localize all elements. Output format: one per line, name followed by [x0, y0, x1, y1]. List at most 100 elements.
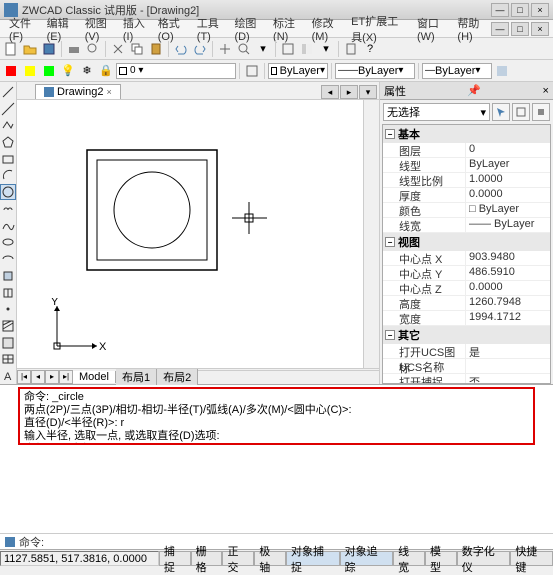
- menu-insert[interactable]: 插入(I): [118, 15, 153, 43]
- tab-next-button[interactable]: ▸: [340, 85, 358, 99]
- pin-icon[interactable]: 📌: [467, 84, 481, 97]
- ellipse-tool[interactable]: [0, 235, 16, 251]
- preview-button[interactable]: [84, 40, 102, 58]
- menu-draw[interactable]: 绘图(D): [229, 15, 268, 43]
- prop-category[interactable]: −视图: [383, 233, 550, 251]
- prop-row[interactable]: UCS名称: [383, 359, 550, 374]
- menu-window[interactable]: 窗口(W): [412, 15, 452, 43]
- tab-layout1[interactable]: 布局1: [116, 369, 157, 385]
- undo-button[interactable]: [172, 40, 190, 58]
- prop-row[interactable]: 图层0: [383, 143, 550, 158]
- prop-row[interactable]: 高度1260.7948: [383, 296, 550, 311]
- doc-close-button[interactable]: ×: [531, 22, 549, 36]
- design-center-button[interactable]: [298, 40, 316, 58]
- tab-prev-button[interactable]: ◂: [321, 85, 339, 99]
- layout-first-button[interactable]: |◂: [17, 370, 31, 384]
- status-线宽[interactable]: 线宽: [393, 551, 425, 566]
- linetype-dropdown[interactable]: —— ByLayer ▾: [335, 63, 415, 79]
- panel-close-icon[interactable]: ×: [543, 85, 549, 97]
- status-捕捉[interactable]: 捕捉: [159, 551, 191, 566]
- make-block-tool[interactable]: [0, 285, 16, 301]
- status-对象捕捉[interactable]: 对象捕捉: [286, 551, 340, 566]
- selection-dropdown[interactable]: 无选择▾: [383, 103, 490, 121]
- maximize-button[interactable]: □: [511, 3, 529, 17]
- status-对象追踪[interactable]: 对象追踪: [340, 551, 394, 566]
- layer-color-2[interactable]: [21, 62, 39, 80]
- help-button[interactable]: ?: [361, 40, 379, 58]
- prop-row[interactable]: 厚度0.0000: [383, 188, 550, 203]
- prop-row[interactable]: 宽度1994.1712: [383, 311, 550, 326]
- doc-minimize-button[interactable]: —: [491, 22, 509, 36]
- layer-states-button[interactable]: [243, 62, 261, 80]
- canvas-scrollbar-h[interactable]: [198, 370, 379, 384]
- lineweight-dropdown[interactable]: — ByLayer ▾: [422, 63, 492, 79]
- prop-category[interactable]: −基本: [383, 125, 550, 143]
- prop-row[interactable]: 打开捕捉否: [383, 374, 550, 384]
- polygon-tool[interactable]: [0, 134, 16, 150]
- status-极轴[interactable]: 极轴: [254, 551, 286, 566]
- line-tool[interactable]: [0, 84, 16, 100]
- layer-dropdown[interactable]: 0 ▾: [116, 63, 236, 79]
- menu-view[interactable]: 视图(V): [80, 15, 118, 43]
- hatch-tool[interactable]: [0, 318, 16, 334]
- prop-row[interactable]: 线型ByLayer: [383, 158, 550, 173]
- menu-dim[interactable]: 标注(N): [268, 15, 307, 43]
- layer-color-3[interactable]: [40, 62, 58, 80]
- drawing-canvas[interactable]: X Y: [17, 100, 379, 368]
- prop-category[interactable]: −其它: [383, 326, 550, 344]
- table-tool[interactable]: [0, 352, 16, 368]
- spline-tool[interactable]: [0, 218, 16, 234]
- redo-button[interactable]: [191, 40, 209, 58]
- status-快捷键[interactable]: 快捷键: [510, 551, 553, 566]
- calc-button[interactable]: [342, 40, 360, 58]
- arc-tool[interactable]: [0, 168, 16, 184]
- prop-row[interactable]: 中心点 Z0.0000: [383, 281, 550, 296]
- prop-row[interactable]: 颜色□ ByLayer: [383, 203, 550, 218]
- circle-tool[interactable]: [0, 184, 16, 200]
- menu-tools[interactable]: 工具(T): [192, 15, 230, 43]
- status-数字化仪[interactable]: 数字化仪: [457, 551, 511, 566]
- properties-grid[interactable]: −基本图层0线型ByLayer线型比例1.0000厚度0.0000颜色□ ByL…: [382, 124, 551, 384]
- doc-tab-drawing2[interactable]: Drawing2 ×: [35, 84, 121, 99]
- prop-row[interactable]: 线型比例1.0000: [383, 173, 550, 188]
- minimize-button[interactable]: —: [491, 3, 509, 17]
- pan-button[interactable]: [216, 40, 234, 58]
- menu-edit[interactable]: 编辑(E): [42, 15, 80, 43]
- new-button[interactable]: [2, 40, 20, 58]
- layer-freeze-icon[interactable]: ❄: [78, 62, 96, 80]
- menu-file[interactable]: 文件(F): [4, 15, 42, 43]
- layer-lightbulb-icon[interactable]: 💡: [59, 62, 77, 80]
- copy-button[interactable]: [128, 40, 146, 58]
- menu-format[interactable]: 格式(O): [153, 15, 192, 43]
- tool-palette-button[interactable]: ▾: [317, 40, 335, 58]
- print-button[interactable]: [65, 40, 83, 58]
- prop-row[interactable]: 中心点 Y486.5910: [383, 266, 550, 281]
- region-tool[interactable]: [0, 335, 16, 351]
- point-tool[interactable]: [0, 301, 16, 317]
- prop-row[interactable]: 线宽—— ByLayer: [383, 218, 550, 233]
- prop-row[interactable]: 打开UCS图标是: [383, 344, 550, 359]
- menu-help[interactable]: 帮助(H): [452, 15, 491, 43]
- menu-modify[interactable]: 修改(M): [307, 15, 347, 43]
- rectangle-tool[interactable]: [0, 151, 16, 167]
- polyline-tool[interactable]: [0, 117, 16, 133]
- color-dropdown[interactable]: ByLayer ▾: [268, 63, 328, 79]
- status-coordinates[interactable]: 1127.5851, 517.3816, 0.0000: [0, 551, 159, 566]
- pickbox-button[interactable]: [532, 103, 550, 121]
- layer-lock-icon[interactable]: 🔒: [97, 62, 115, 80]
- tab-list-button[interactable]: ▾: [359, 85, 377, 99]
- save-button[interactable]: [40, 40, 58, 58]
- zoom-window-button[interactable]: ▾: [254, 40, 272, 58]
- doc-maximize-button[interactable]: □: [511, 22, 529, 36]
- zoom-button[interactable]: [235, 40, 253, 58]
- close-button[interactable]: ×: [531, 3, 549, 17]
- paste-button[interactable]: [147, 40, 165, 58]
- ellipse-arc-tool[interactable]: [0, 251, 16, 267]
- open-button[interactable]: [21, 40, 39, 58]
- tab-model[interactable]: Model: [73, 371, 116, 383]
- doc-tab-close-icon[interactable]: ×: [106, 87, 111, 97]
- style-button[interactable]: [493, 62, 511, 80]
- command-history[interactable]: 命令: _circle两点(2P)/三点(3P)/相切-相切-半径(T)/弧线(…: [18, 387, 535, 445]
- text-tool[interactable]: A: [0, 368, 16, 384]
- command-input-row[interactable]: 命令:: [0, 533, 553, 549]
